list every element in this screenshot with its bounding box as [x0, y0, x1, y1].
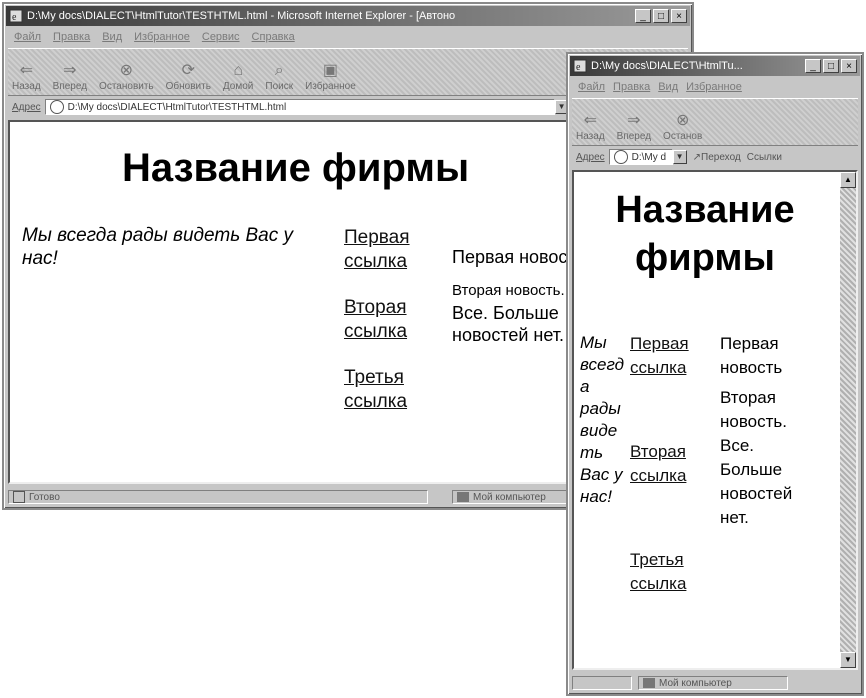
search-icon: ⌕	[274, 62, 284, 79]
svg-text:e: e	[12, 12, 17, 23]
scroll-up-button[interactable]: ▲	[840, 172, 856, 188]
news-third: Все. Больше новостей нет.	[720, 436, 793, 527]
window-title: D:\My docs\DIALECT\HtmlTu...	[591, 60, 743, 72]
address-dropdown-button[interactable]: ▼	[672, 150, 687, 164]
toolbar: ⇐ Назад ⇒ Вперед ⊗ Останов	[572, 98, 858, 146]
favorites-icon: ▣	[322, 62, 339, 79]
link-third[interactable]: Третья ссылка	[344, 366, 434, 414]
stop-icon: ⊗	[119, 62, 134, 79]
ie-icon: e	[9, 9, 23, 23]
menu-file[interactable]: Файл	[14, 31, 41, 43]
menu-view[interactable]: Вид	[658, 81, 678, 93]
news-first: Первая новость	[720, 334, 783, 377]
back-arrow-icon: ⇐	[583, 112, 598, 129]
stop-icon: ⊗	[675, 112, 690, 129]
menu-favorites[interactable]: Избранное	[134, 31, 190, 43]
back-arrow-icon: ⇐	[19, 62, 34, 79]
menu-file[interactable]: Файл	[578, 81, 605, 93]
maximize-button[interactable]: □	[823, 59, 839, 73]
page-content: Название фирмы Мы всегда рады видеть Вас…	[572, 170, 858, 670]
stop-button[interactable]: ⊗ Останов	[663, 111, 702, 142]
refresh-icon: ⟳	[181, 62, 195, 79]
link-second[interactable]: Вторая ссылка	[630, 440, 718, 488]
link-third[interactable]: Третья ссылка	[630, 548, 718, 596]
computer-icon	[643, 678, 655, 688]
address-text: D:\My docs\DIALECT\HtmlTutor\TESTHTML.ht…	[67, 101, 287, 113]
close-button[interactable]: ×	[671, 9, 687, 23]
minimize-button[interactable]: _	[635, 9, 651, 23]
page-heading: Название фирмы	[122, 146, 470, 190]
link-second[interactable]: Вторая ссылка	[344, 296, 434, 344]
page-icon	[613, 150, 628, 164]
scroll-down-button[interactable]: ▼	[840, 652, 856, 668]
computer-icon	[457, 492, 469, 502]
browser-window-narrow: e D:\My docs\DIALECT\HtmlTu... _ □ × Фай…	[566, 52, 864, 696]
address-input[interactable]: D:\My docs\DIALECT\HtmlTutor\TESTHTML.ht…	[44, 99, 555, 115]
title-bar[interactable]: e D:\My docs\DIALECT\HtmlTu... _ □ ×	[570, 56, 860, 76]
address-text: D:\My d	[631, 151, 667, 163]
link-first[interactable]: Первая ссылка	[344, 226, 434, 274]
stop-button[interactable]: ⊗ Остановить	[99, 61, 154, 92]
welcome-text: Мы всегда рады видеть Вас у нас!	[580, 333, 625, 506]
close-button[interactable]: ×	[841, 59, 857, 73]
window-title: D:\My docs\DIALECT\HtmlTutor\TESTHTML.ht…	[27, 10, 456, 22]
address-label: Адрес	[12, 101, 41, 113]
menu-edit[interactable]: Правка	[53, 31, 90, 43]
status-text: Готово	[29, 491, 60, 503]
maximize-button[interactable]: □	[653, 9, 669, 23]
svg-text:e: e	[576, 62, 581, 73]
page-icon	[49, 100, 64, 114]
menu-bar: Файл Правка Вид Избранное Сервис Справка	[8, 28, 688, 46]
menu-help[interactable]: Справка	[252, 31, 295, 43]
links-button[interactable]: Ссылки	[747, 152, 782, 163]
status-page-icon	[13, 491, 25, 503]
ie-icon: e	[573, 59, 587, 73]
welcome-text: Мы всегда рады видеть Вас у нас!	[22, 225, 294, 269]
forward-arrow-icon: ⇒	[63, 62, 77, 79]
zone-panel: Мой компьютер	[638, 676, 788, 690]
status-panel	[572, 676, 632, 690]
address-input[interactable]: D:\My d	[608, 149, 673, 165]
home-icon: ⌂	[233, 62, 243, 79]
menu-edit[interactable]: Правка	[613, 81, 650, 93]
back-button[interactable]: ⇐ Назад	[576, 111, 605, 142]
menu-view[interactable]: Вид	[102, 31, 122, 43]
title-bar[interactable]: e D:\My docs\DIALECT\HtmlTutor\TESTHTML.…	[6, 6, 690, 26]
home-button[interactable]: ⌂ Домой	[223, 61, 253, 92]
back-button[interactable]: ⇐ Назад	[12, 61, 41, 92]
status-panel: Готово	[8, 490, 428, 504]
page-heading: Название фирмы	[615, 189, 795, 279]
go-button[interactable]: ↗Переход	[693, 152, 741, 163]
forward-arrow-icon: ⇒	[627, 112, 641, 129]
favorites-button[interactable]: ▣ Избранное	[305, 61, 356, 92]
menu-favorites[interactable]: Избранное	[686, 81, 742, 93]
address-label: Адрес	[576, 151, 605, 163]
search-button[interactable]: ⌕ Поиск	[265, 61, 293, 92]
zone-text: Мой компьютер	[473, 491, 546, 503]
status-bar: Мой компьютер	[572, 674, 858, 692]
go-arrow-icon: ↗	[692, 151, 702, 163]
link-first[interactable]: Первая ссылка	[630, 332, 718, 380]
menu-tools[interactable]: Сервис	[202, 31, 240, 43]
minimize-button[interactable]: _	[805, 59, 821, 73]
news-second: Вторая новость.	[720, 388, 788, 431]
forward-button[interactable]: ⇒ Вперед	[53, 61, 87, 92]
address-bar: Адрес D:\My d ▼ ↗Переход Ссылки	[572, 146, 858, 168]
vertical-scrollbar[interactable]: ▲ ▼	[840, 172, 856, 668]
menu-bar: Файл Правка Вид Избранное	[572, 78, 858, 96]
zone-text: Мой компьютер	[659, 677, 732, 689]
refresh-button[interactable]: ⟳ Обновить	[166, 61, 211, 92]
forward-button[interactable]: ⇒ Вперед	[617, 111, 651, 142]
